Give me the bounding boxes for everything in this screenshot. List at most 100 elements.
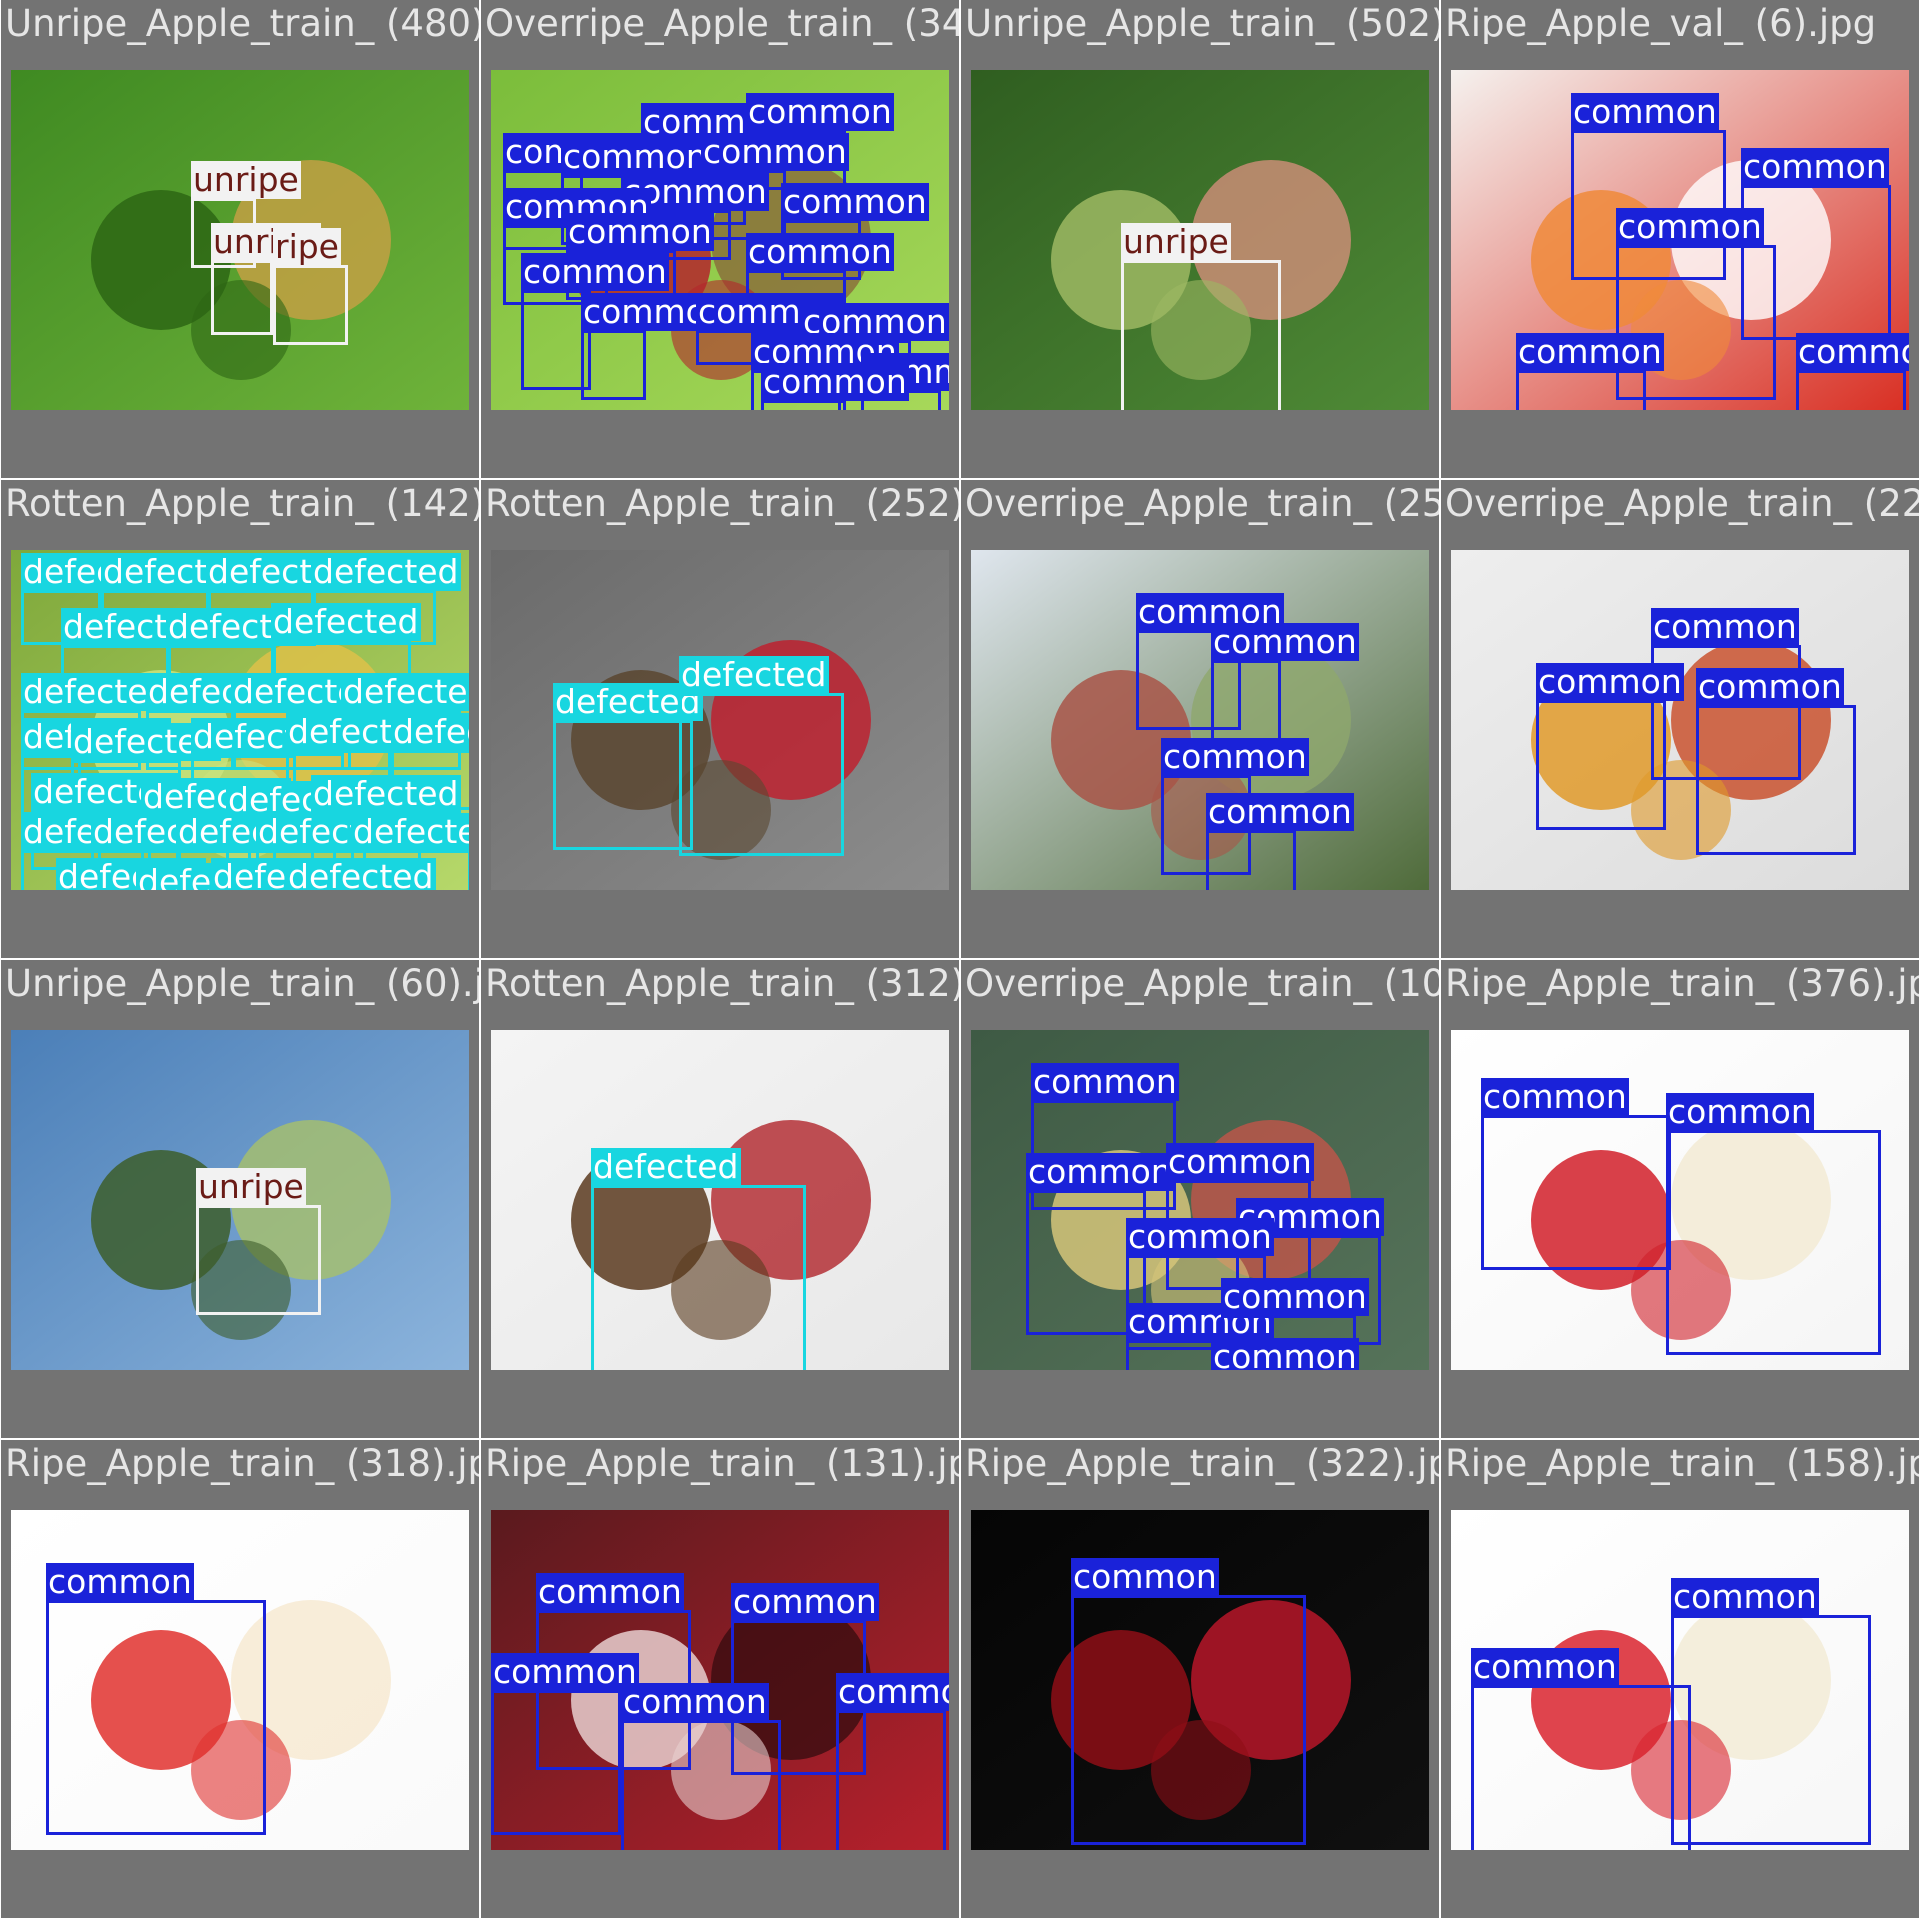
bounding-box-label: common — [731, 1582, 879, 1621]
image-grid: Unripe_Apple_train_ (480).jpg unripe unri… — [0, 0, 1920, 1920]
photo: common common common common common common comm… — [491, 70, 949, 410]
grid-cell: Overripe_Apple_train_ (344).jpg commonco… — [481, 0, 959, 478]
bounding-box-label: common — [1161, 737, 1309, 776]
bounding-box-label: common — [761, 362, 909, 401]
bounding-box-label: common — [836, 1673, 949, 1711]
bounding-box-label: common — [1536, 662, 1684, 701]
bounding-box-label: common — [566, 212, 714, 251]
bounding-box-label: defected — [341, 673, 469, 711]
grid-cell: Unripe_Apple_train_ (502).jpg unripe — [961, 0, 1439, 478]
bounding-box-common: common — [1796, 333, 1909, 410]
bounding-box-label: common — [1211, 622, 1359, 661]
bounding-box-label: unripe — [1121, 222, 1231, 261]
bounding-box-common: common — [1516, 333, 1664, 410]
grid-cell: Rotten_Apple_train_ (312).jpg defected — [481, 960, 959, 1438]
bounding-box-label: common — [701, 132, 849, 171]
bounding-box-label: common — [746, 92, 894, 131]
photo: common common common common common — [1451, 70, 1909, 410]
bounding-box-defected: defected — [553, 683, 703, 850]
bounding-box-common: common — [1696, 668, 1856, 855]
bounding-box-defected: defected — [679, 656, 844, 856]
bounding-box-common: common — [1666, 1093, 1881, 1355]
bounding-box-label: defected — [286, 858, 436, 890]
bounding-box-label: common — [1741, 147, 1889, 186]
bounding-box-label: common — [1796, 333, 1909, 371]
bounding-box-common: common — [761, 363, 909, 410]
image-filename: Overripe_Apple_train_ (108).jpg — [965, 962, 1439, 1005]
grid-cell: Overripe_Apple_train_ (25).jpg common com… — [961, 480, 1439, 958]
bounding-box-label: defected — [311, 774, 461, 813]
bounding-box-label: common — [1571, 92, 1719, 131]
bounding-box-label: defected — [679, 655, 829, 694]
bounding-box-unripe: unripe — [1121, 223, 1281, 410]
bounding-box-common: common — [621, 1683, 781, 1850]
bounding-box-label: common — [1071, 1557, 1219, 1596]
bounding-box-label: common — [1471, 1647, 1619, 1686]
bounding-box-label: common — [1696, 667, 1844, 706]
bounding-box-unripe: unripe — [196, 1168, 321, 1315]
bounding-box-label: common — [1211, 1338, 1359, 1370]
bounding-box-common: common — [1536, 663, 1684, 830]
grid-cell: Rotten_Apple_train_ (252).jpg defectedde… — [481, 480, 959, 958]
image-filename: Unripe_Apple_train_ (60).jpg — [5, 962, 479, 1005]
image-filename: Ripe_Apple_train_ (322).jpg — [965, 1442, 1439, 1485]
photo: commoncommoncommoncommoncommon — [491, 1510, 949, 1850]
bounding-box-label: common — [536, 1572, 684, 1611]
image-filename: Ripe_Apple_train_ (131).jpg — [485, 1442, 959, 1485]
bounding-box-label: common — [1666, 1092, 1814, 1131]
image-filename: Ripe_Apple_val_ (6).jpg — [1445, 2, 1877, 45]
grid-cell: Ripe_Apple_val_ (6).jpg common common comm… — [1441, 0, 1919, 478]
image-filename: Ripe_Apple_train_ (318).jpg — [5, 1442, 479, 1485]
bounding-box-label: common — [46, 1562, 194, 1601]
image-filename: Overripe_Apple_train_ (344).jpg — [485, 2, 959, 45]
bounding-box-label: common — [521, 252, 669, 291]
image-filename: Ripe_Apple_train_ (376).jpg — [1445, 962, 1919, 1005]
bounding-box-common: common — [1206, 793, 1354, 890]
image-filename: Rotten_Apple_train_ (312).jpg — [485, 962, 959, 1005]
photo: defected defected defected defected defected… — [11, 550, 469, 890]
bounding-box-label: common — [1616, 207, 1764, 246]
grid-cell: Unripe_Apple_train_ (480).jpg unripe unri… — [1, 0, 479, 478]
bounding-box-label: unripe — [196, 1167, 306, 1206]
bounding-box-label: common — [621, 1682, 769, 1721]
grid-cell: Overripe_Apple_train_ (108).jpg commonco… — [961, 960, 1439, 1438]
grid-cell: Ripe_Apple_train_ (376).jpg common common — [1441, 960, 1919, 1438]
bounding-box-label: defected — [311, 552, 461, 591]
grid-cell: Ripe_Apple_train_ (322).jpg common — [961, 1440, 1439, 1918]
image-filename: Unripe_Apple_train_ (480).jpg — [5, 2, 479, 45]
bounding-box-label: defected — [271, 602, 421, 641]
bounding-box-label: common — [781, 182, 929, 221]
photo: defected defected — [491, 550, 949, 890]
bounding-box-defected: defected — [591, 1148, 806, 1370]
bounding-box-label: common — [1026, 1152, 1174, 1191]
image-filename: Unripe_Apple_train_ (502).jpg — [965, 2, 1439, 45]
bounding-box-label: defected — [391, 713, 469, 751]
photo: unripe — [11, 1030, 469, 1370]
photo: common common — [1451, 1510, 1909, 1850]
bounding-box-label: common — [1031, 1062, 1179, 1101]
bounding-box-common: common — [581, 293, 729, 400]
image-filename: Overripe_Apple_train_ (221).jpg — [1445, 482, 1919, 525]
bounding-box-common: common — [1471, 1648, 1691, 1850]
photo: unripe unripe ripe — [11, 70, 469, 410]
photo: common — [971, 1510, 1429, 1850]
bounding-box-label: common — [1516, 332, 1664, 371]
photo: defected — [491, 1030, 949, 1370]
bounding-box-label: common — [1221, 1277, 1369, 1316]
bounding-box-label: common — [1126, 1217, 1274, 1256]
bounding-box-common: common — [1071, 1558, 1306, 1845]
grid-cell: Ripe_Apple_train_ (131).jpg common common… — [481, 1440, 959, 1918]
bounding-box-label: common — [561, 137, 709, 176]
photo: common common common common common common comm… — [971, 1030, 1429, 1370]
bounding-box-common: common — [1481, 1078, 1671, 1270]
bounding-box-unripe: ripe — [273, 228, 348, 345]
bounding-box-common: common — [836, 1673, 949, 1850]
image-filename: Rotten_Apple_train_ (142).jpg — [5, 482, 479, 525]
image-filename: Rotten_Apple_train_ (252).jpg — [485, 482, 959, 525]
photo: common common common — [1451, 550, 1909, 890]
bounding-box-label: common — [1166, 1142, 1314, 1181]
bounding-box-label: common — [746, 232, 894, 271]
photo: common — [11, 1510, 469, 1850]
bounding-box-label: common — [1481, 1077, 1629, 1116]
bounding-box-label: common — [491, 1652, 639, 1691]
